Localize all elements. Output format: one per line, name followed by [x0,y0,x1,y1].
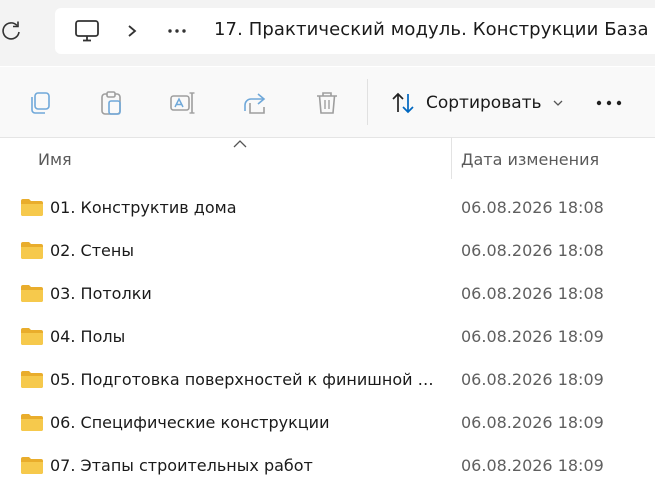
breadcrumb-overflow-button[interactable] [163,18,191,44]
address-bar: 17. Практический модуль. Конструкции Баз… [0,0,655,66]
column-divider[interactable] [451,137,452,179]
copy-button[interactable] [26,89,54,117]
refresh-icon [2,21,20,40]
folder-icon [21,242,43,259]
file-list-row[interactable]: 06. Специфические конструкции 06.08.2026… [0,401,655,444]
delete-button[interactable] [313,89,341,117]
chevron-down-icon [553,100,563,106]
breadcrumb-separator[interactable] [125,21,139,41]
file-list-row[interactable]: 02. Стены 06.08.2026 18:08 [0,229,655,272]
file-date-modified: 06.08.2026 18:09 [461,456,604,475]
sort-label: Сортировать [426,93,542,113]
share-icon [244,93,266,114]
file-list-row[interactable]: 01. Конструктив дома 06.08.2026 18:08 [0,186,655,229]
toolbar-separator [367,79,368,125]
sort-ascending-indicator-icon [233,140,247,148]
file-name: 07. Этапы строительных работ [50,456,313,475]
more-options-button[interactable] [595,91,623,115]
folder-icon [21,285,43,302]
column-header: Имя Дата изменения [0,137,655,179]
ellipsis-icon [596,100,622,106]
file-list-row[interactable]: 03. Потолки 06.08.2026 18:08 [0,272,655,315]
file-date-modified: 06.08.2026 18:09 [461,327,604,346]
file-list-row[interactable]: 07. Этапы строительных работ 06.08.2026 … [0,444,655,487]
column-header-date-modified[interactable]: Дата изменения [461,150,599,169]
trash-icon [317,92,337,114]
column-header-name[interactable]: Имя [38,150,72,169]
chevron-right-icon [128,25,137,37]
file-date-modified: 06.08.2026 18:08 [461,198,604,217]
folder-icon [21,457,43,474]
folder-icon [21,371,43,388]
file-name: 04. Полы [50,327,126,346]
this-pc-button[interactable] [74,18,100,44]
file-list: 01. Конструктив дома 06.08.2026 18:08 02… [0,186,655,487]
monitor-icon [75,20,99,42]
file-name: 06. Специфические конструкции [50,413,330,432]
file-name: 01. Конструктив дома [50,198,237,217]
command-bar: Сортировать [0,67,655,138]
file-name: 02. Стены [50,241,134,260]
file-date-modified: 06.08.2026 18:08 [461,241,604,260]
breadcrumb[interactable]: 17. Практический модуль. Конструкции Баз… [55,8,655,54]
ellipsis-icon [168,29,186,33]
file-name: 05. Подготовка поверхностей к финишной о… [50,370,440,389]
copy-icon [31,92,50,114]
rename-button[interactable] [168,89,196,117]
clipboard-icon [101,91,121,115]
file-name: 03. Потолки [50,284,152,303]
folder-icon [21,414,43,431]
rename-icon [170,92,195,114]
file-date-modified: 06.08.2026 18:09 [461,370,604,389]
file-date-modified: 06.08.2026 18:09 [461,413,604,432]
share-button[interactable] [241,89,269,117]
folder-icon [21,199,43,216]
file-date-modified: 06.08.2026 18:08 [461,284,604,303]
sort-button[interactable]: Сортировать [390,88,564,118]
folder-icon [21,328,43,345]
breadcrumb-current-folder[interactable]: 17. Практический модуль. Конструкции Баз… [214,19,649,40]
sort-arrows-icon [392,92,414,114]
refresh-button[interactable] [0,19,24,43]
paste-button[interactable] [97,89,125,117]
file-list-row[interactable]: 04. Полы 06.08.2026 18:09 [0,315,655,358]
file-list-row[interactable]: 05. Подготовка поверхностей к финишной о… [0,358,655,401]
